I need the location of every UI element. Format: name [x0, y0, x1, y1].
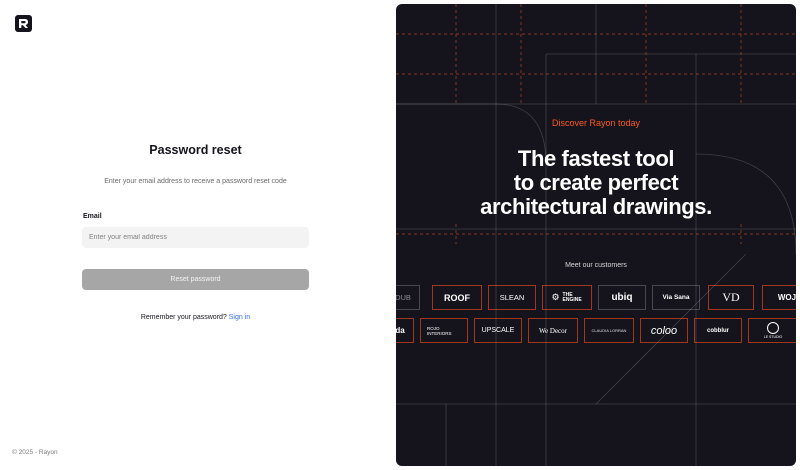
email-label: Email [83, 213, 102, 220]
hero-headline-line-1: The fastest tool [517, 146, 675, 171]
rayon-logo-icon [19, 19, 28, 28]
customer-logo-woj: WOJ [762, 285, 796, 310]
customer-logo-claudia-lorran: CLAUDIA LORRAN [584, 318, 634, 343]
hero-kicker: Discover Rayon today [551, 118, 641, 128]
engine-gear-icon: ⚙ [551, 292, 560, 302]
circle-mark-icon [767, 322, 779, 334]
customer-logo-via-sana: Via Sana [652, 285, 700, 310]
copyright-footer: © 2025 - Rayon [12, 449, 58, 456]
customer-logo-dub: DUB [396, 285, 420, 310]
page-subtitle: Enter your email address to receive a pa… [104, 178, 287, 185]
hero-headline: The fastest tool to create perfect archi… [396, 147, 796, 219]
customer-logo-roof: ROOF [432, 285, 482, 310]
customer-logo-da: da [396, 318, 414, 343]
reset-password-button[interactable]: Reset password [82, 269, 309, 290]
customer-logo-le-studio: LE STUDIO [748, 318, 796, 343]
customer-logo-vd: VD [708, 285, 754, 310]
customer-logo-ubiq: ubiq [598, 285, 646, 310]
customers-heading: Meet our customers [565, 262, 627, 269]
sign-in-link[interactable]: Sign in [229, 314, 250, 321]
hero-headline-line-2: to create perfect [513, 170, 679, 195]
blueprint-grid-background [396, 4, 796, 466]
remember-password-row: Remember your password? Sign in [0, 314, 391, 321]
remember-text: Remember your password? [140, 314, 227, 321]
customer-logo-slean: SLEAN [488, 285, 536, 310]
customer-logo-rojo-interiors: ROJO INTERIORS [420, 318, 468, 343]
page-title: Password reset [149, 143, 242, 157]
customer-logo-cobblur: cobblur [694, 318, 742, 343]
customer-logo-the-engine: ⚙ THE ENGINE [542, 285, 592, 310]
rayon-logo[interactable] [15, 15, 32, 32]
hero-headline-line-3: architectural drawings. [480, 194, 712, 219]
customer-logo-coloo: coloo [640, 318, 688, 343]
customer-logo-upscale: UPSCALE [474, 318, 522, 343]
email-field[interactable] [82, 227, 309, 248]
marketing-panel: Discover Rayon today The fastest tool to… [396, 4, 796, 466]
customer-logo-we-decor: We Decor [528, 318, 578, 343]
